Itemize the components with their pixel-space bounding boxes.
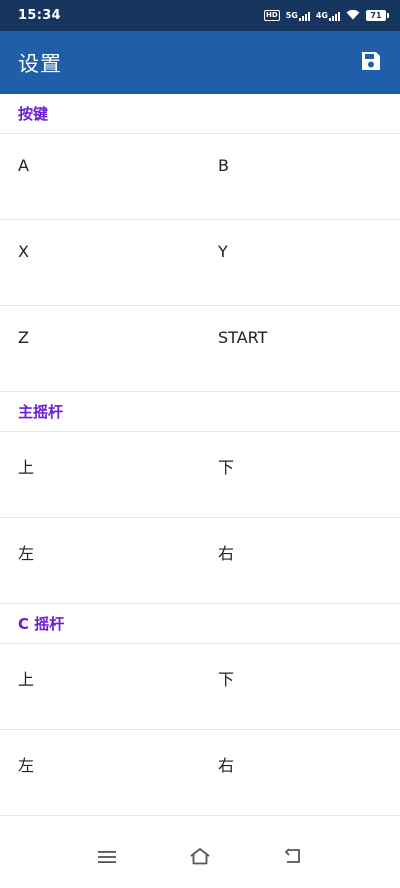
c-stick-up[interactable]: 上 [0,666,200,690]
table-row: X Y [0,220,400,306]
section-header-buttons: 按键 [0,94,400,134]
page-title: 设置 [18,51,62,76]
back-button[interactable] [273,838,313,878]
battery-level: 71 [370,11,382,20]
table-row: 左 右 [0,518,400,604]
main-stick-up[interactable]: 上 [0,454,200,478]
table-row: 左 右 [0,730,400,816]
main-stick-right[interactable]: 右 [200,540,400,564]
table-row: A B [0,134,400,220]
signal-icon [329,11,340,21]
home-icon [189,847,211,869]
network-4g-label: 4G [315,10,328,20]
home-button[interactable] [180,838,220,878]
save-button[interactable] [358,50,384,76]
save-icon [360,50,382,76]
app-bar: 设置 [0,31,400,94]
key-z[interactable]: Z [0,328,200,347]
main-stick-down[interactable]: 下 [200,454,400,478]
network-5g-indicator: 5G [286,11,310,21]
main-stick-left[interactable]: 左 [0,540,200,564]
settings-list: 按键 A B X Y Z START 主摇杆 上 下 左 右 C 摇杆 上 下 … [0,94,400,828]
c-stick-left[interactable]: 左 [0,752,200,776]
signal-icon [298,11,310,21]
c-stick-right[interactable]: 右 [200,752,400,776]
hd-badge: HD [264,10,280,21]
navigation-bar [0,828,400,888]
section-header-triggers: 触发键 [0,816,400,828]
key-x[interactable]: X [0,242,200,261]
table-row: 上 下 [0,432,400,518]
menu-button[interactable] [87,838,127,878]
c-stick-down[interactable]: 下 [200,666,400,690]
status-icons: HD 5G 4G 71 [264,9,389,22]
key-y[interactable]: Y [200,242,400,261]
section-header-main-stick: 主摇杆 [0,392,400,432]
key-a[interactable]: A [0,156,200,175]
status-bar: 15:34 HD 5G 4G 71 [0,0,400,31]
status-time: 15:34 [18,8,61,23]
network-5g-label: 5G [285,10,298,20]
section-header-c-stick: C 摇杆 [0,604,400,644]
table-row: 上 下 [0,644,400,730]
back-icon [283,848,303,868]
network-4g-indicator: 4G [316,11,340,21]
table-row: Z START [0,306,400,392]
key-start[interactable]: START [200,328,400,347]
key-b[interactable]: B [200,156,400,175]
menu-icon [97,849,116,868]
battery-icon: 71 [366,10,389,21]
wifi-icon [346,9,360,22]
